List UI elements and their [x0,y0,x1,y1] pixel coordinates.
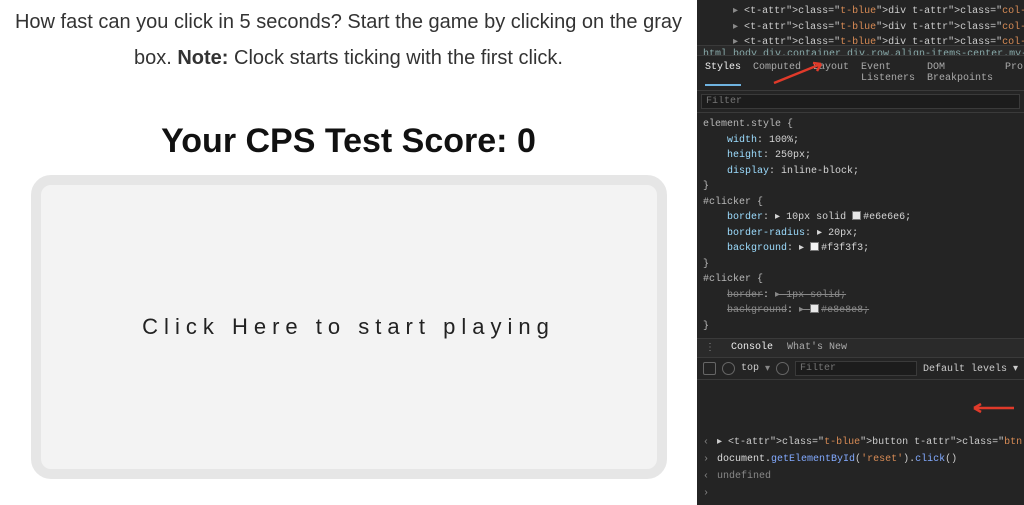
drawer-menu-icon[interactable]: ⋮ [705,342,715,354]
css-declaration[interactable]: border: ▸ 10px solid #e6e6e6; [703,210,1018,226]
css-rule-close: } [703,179,1018,195]
clicker-button[interactable]: Click Here to start playing [31,175,667,479]
drawer-tab-console[interactable]: Console [731,342,773,354]
css-declaration[interactable]: width: 100%; [703,133,1018,149]
console-line[interactable]: › [703,485,1018,502]
dom-node-line[interactable]: ▸ <t-attr">class="t-blue">div t-attr">cl… [703,4,1018,20]
css-declaration[interactable]: border: ▸ 1px solid; [703,288,1018,304]
console-line[interactable]: ‹ undefined [703,468,1018,485]
score-heading: Your CPS Test Score: 0 [10,122,687,161]
css-declaration[interactable]: background: ▸ #e8e8e8; [703,303,1018,319]
styles-tab[interactable]: DOM Breakpoints [927,60,993,86]
css-rule-selector[interactable]: #clicker { [703,272,1018,288]
page-content: How fast can you click in 5 seconds? Sta… [0,0,697,505]
styles-body[interactable]: element.style { width: 100%; height: 250… [697,113,1024,338]
drawer-tab-whatsnew[interactable]: What's New [787,342,847,354]
instructions-post: Clock starts ticking with the first clic… [228,47,563,69]
css-rule-close: } [703,319,1018,335]
styles-tab[interactable]: Computed [753,60,801,86]
devtools-panel: ▸ <t-attr">class="t-blue">div t-attr">cl… [697,0,1024,505]
annotation-arrow-2 [968,402,1016,414]
console-filter-input[interactable] [795,361,917,376]
console-clear-icon[interactable] [722,362,735,375]
drawer-tabs: ⋮ Console What's New [697,338,1024,358]
dom-node-line[interactable]: ▸ <t-attr">class="t-blue">div t-attr">cl… [703,35,1018,45]
console-line[interactable]: ‹ ▸ <t-attr">class="t-blue">button t-att… [703,434,1018,451]
styles-tab[interactable]: Event Listeners [861,60,915,86]
instructions-text: How fast can you click in 5 seconds? Sta… [10,4,687,76]
styles-tab[interactable]: Styles [705,60,741,86]
note-label: Note: [177,47,228,69]
dom-node-line[interactable]: ▸ <t-attr">class="t-blue">div t-attr">cl… [703,20,1018,36]
css-rule-close: } [703,257,1018,273]
elements-dom-tree[interactable]: ▸ <t-attr">class="t-blue">div t-attr">cl… [697,0,1024,45]
clicker-container: Click Here to start playing [10,175,687,479]
score-prefix: Your CPS Test Score: [161,122,517,160]
styles-tab[interactable]: Pro [1005,60,1023,86]
breadcrumb-item[interactable]: div.container [763,49,841,56]
console-levels[interactable]: Default levels ▾ [923,363,1018,375]
console-eye-icon[interactable] [776,362,789,375]
console-line[interactable]: › document.getElementById('reset').click… [703,451,1018,468]
breadcrumb-item[interactable]: html [703,49,727,56]
css-declaration[interactable]: height: 250px; [703,148,1018,164]
console-body[interactable]: ‹ ▸ <t-attr">class="t-blue">button t-att… [697,380,1024,505]
breadcrumb-bar[interactable]: html body div.container div.row.align-items… [697,45,1024,56]
css-declaration[interactable]: display: inline-block; [703,164,1018,180]
breadcrumb-item[interactable]: div.row.align-items-center.my-2 [847,49,1024,56]
styles-tab[interactable]: Layout [813,60,849,86]
css-declaration[interactable]: border-radius: ▸ 20px; [703,226,1018,242]
console-context[interactable]: top [741,363,759,374]
console-toolbar: top ▾ Default levels ▾ [697,358,1024,380]
breadcrumb-item[interactable]: body [733,49,757,56]
styles-filter-row [697,91,1024,113]
styles-tabs: Styles Computed Layout Event Listeners DOM B… [697,56,1024,91]
chevron-down-icon: ▾ [765,363,770,375]
console-sidebar-toggle-icon[interactable] [703,362,716,375]
css-rule-selector[interactable]: #clicker { [703,195,1018,211]
score-value: 0 [517,122,536,160]
css-declaration[interactable]: background: ▸ #f3f3f3; [703,241,1018,257]
styles-filter-input[interactable] [701,94,1020,109]
css-rule-selector[interactable]: element.style { [703,117,1018,133]
